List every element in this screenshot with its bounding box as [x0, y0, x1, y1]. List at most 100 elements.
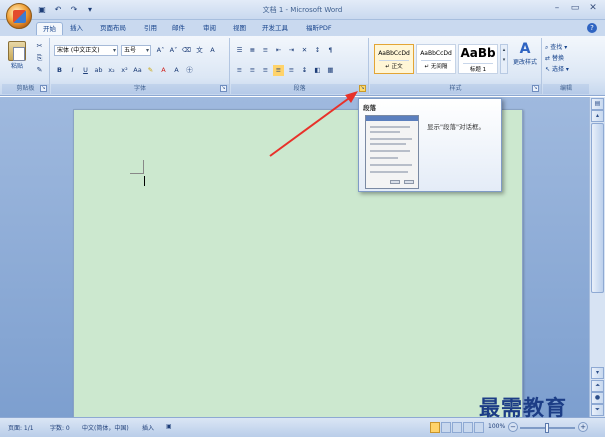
full-screen-view-icon[interactable] [441, 422, 451, 433]
show-marks-icon[interactable]: ¶ [325, 45, 336, 56]
close-button[interactable]: ✕ [587, 3, 599, 13]
sort-icon[interactable]: ↕ [312, 45, 323, 56]
help-icon[interactable]: ? [587, 23, 597, 33]
scroll-up-button[interactable]: ▴ [591, 110, 604, 122]
find-button[interactable]: ⌕ 查找 ▾ [545, 42, 567, 52]
bullets-icon[interactable]: ☰ [234, 45, 245, 56]
tab-insert[interactable]: 插入 [70, 22, 83, 35]
font-name-combo[interactable]: 宋体 (中文正文) [54, 45, 118, 56]
strikethrough-icon[interactable]: ab [93, 65, 104, 76]
replace-button[interactable]: ⇄ 替换 [545, 53, 564, 62]
multilevel-list-icon[interactable]: ≡ [260, 45, 271, 56]
status-words[interactable]: 字数: 0 [50, 423, 70, 432]
maximize-button[interactable]: ▭ [569, 3, 581, 13]
vertical-scrollbar[interactable]: ▤ ▴ ▾ ⏶ ● ⏷ [589, 97, 605, 417]
scroll-down-button[interactable]: ▾ [591, 367, 604, 379]
grow-font-icon[interactable]: A˄ [155, 45, 166, 56]
shrink-font-icon[interactable]: A˅ [168, 45, 179, 56]
align-left-icon[interactable]: ≡ [234, 65, 245, 76]
font-launcher-icon[interactable]: ↘ [220, 85, 227, 92]
char-shading-icon[interactable]: A [171, 65, 182, 76]
next-page-button[interactable]: ⏷ [591, 404, 604, 416]
office-button[interactable] [6, 3, 32, 29]
tab-review[interactable]: 审阅 [203, 22, 216, 35]
cut-icon[interactable]: ✂ [34, 41, 45, 51]
superscript-icon[interactable]: x² [119, 65, 130, 76]
clipboard-group: 粘贴 ✂ ⎘ ✎ 剪贴板 ↘ [2, 38, 50, 94]
minimize-button[interactable]: – [551, 3, 563, 13]
select-button[interactable]: ↖ 选择 ▾ [545, 64, 569, 73]
font-color-icon[interactable]: A [158, 65, 169, 76]
copy-icon[interactable]: ⎘ [34, 53, 45, 63]
change-styles-label: 更改样式 [512, 59, 537, 66]
style-heading-1[interactable]: AaBb 标题 1 [458, 44, 498, 74]
styles-launcher-icon[interactable]: ↘ [532, 85, 539, 92]
status-insert-mode[interactable]: 插入 [142, 423, 154, 432]
editing-group-label: 编辑 [543, 84, 589, 94]
justify-icon[interactable]: ≡ [273, 65, 284, 76]
underline-icon[interactable]: U [80, 65, 91, 76]
bold-icon[interactable]: B [54, 65, 65, 76]
paragraph-launcher-icon[interactable]: ↘ [359, 85, 366, 92]
distribute-icon[interactable]: ≡ [286, 65, 297, 76]
clear-format-icon[interactable]: ⌫ [181, 45, 192, 56]
styles-scroll[interactable]: ▴ ▾ [500, 44, 508, 74]
margin-corner-mark [130, 160, 144, 174]
char-border-icon[interactable]: A [207, 45, 218, 56]
browse-object-button[interactable]: ● [591, 392, 604, 404]
tab-view[interactable]: 视图 [233, 22, 246, 35]
align-center-icon[interactable]: ≡ [247, 65, 258, 76]
scroll-thumb[interactable] [591, 123, 604, 293]
paragraph-dialog-preview [365, 115, 419, 189]
print-layout-view-icon[interactable] [430, 422, 440, 433]
numbering-icon[interactable]: ≣ [247, 45, 258, 56]
styles-group: AaBbCcDd ↵ 正文 AaBbCcDd ↵ 无间隔 AaBb 标题 1 ▴… [370, 38, 542, 94]
tab-page-layout[interactable]: 页面布局 [100, 22, 126, 35]
change-styles-icon: A [519, 41, 531, 57]
replace-label: 替换 [551, 55, 564, 62]
tab-home[interactable]: 开始 [36, 22, 63, 35]
style-sample: AaBbCcDd [378, 50, 410, 57]
zoom-level[interactable]: 100% [488, 423, 505, 430]
tab-developer[interactable]: 开发工具 [262, 22, 288, 35]
subscript-icon[interactable]: x₂ [106, 65, 117, 76]
clipboard-launcher-icon[interactable]: ↘ [40, 85, 47, 92]
highlight-icon[interactable]: ✎ [145, 65, 156, 76]
paste-button[interactable]: 粘贴 [6, 41, 28, 70]
status-language[interactable]: 中文(简体，中国) [82, 423, 129, 432]
decrease-indent-icon[interactable]: ⇤ [273, 45, 284, 56]
prev-page-button[interactable]: ⏶ [591, 380, 604, 392]
change-styles-button[interactable]: A 更改样式 [510, 41, 540, 66]
font-size-combo[interactable]: 五号 [121, 45, 151, 56]
web-layout-view-icon[interactable] [452, 422, 462, 433]
format-painter-icon[interactable]: ✎ [34, 65, 45, 75]
tab-mailings[interactable]: 邮件 [172, 22, 185, 35]
increase-indent-icon[interactable]: ⇥ [286, 45, 297, 56]
borders-icon[interactable]: ▦ [325, 65, 336, 76]
paste-icon [8, 41, 26, 61]
font-group-label: 字体 [51, 84, 229, 94]
style-name: 标题 1 [463, 63, 493, 73]
macro-record-icon[interactable]: ▣ [166, 423, 172, 430]
change-case-icon[interactable]: Aa [132, 65, 143, 76]
line-spacing-icon[interactable]: ↨ [299, 65, 310, 76]
tooltip-title: 段落 [363, 104, 376, 112]
zoom-out-icon[interactable]: − [508, 422, 518, 432]
zoom-slider-thumb[interactable] [545, 423, 549, 433]
enclose-char-icon[interactable]: ㊉ [184, 65, 195, 76]
draft-view-icon[interactable] [474, 422, 484, 433]
select-label: 选择 [551, 66, 564, 73]
shading-icon[interactable]: ◧ [312, 65, 323, 76]
style-normal[interactable]: AaBbCcDd ↵ 正文 [374, 44, 414, 74]
align-right-icon[interactable]: ≡ [260, 65, 271, 76]
chinese-layout-icon[interactable]: ✕ [299, 45, 310, 56]
status-page[interactable]: 页面: 1/1 [8, 423, 34, 432]
phonetic-guide-icon[interactable]: 文 [194, 45, 205, 56]
tab-references[interactable]: 引用 [144, 22, 157, 35]
zoom-in-icon[interactable]: + [578, 422, 588, 432]
outline-view-icon[interactable] [463, 422, 473, 433]
style-no-spacing[interactable]: AaBbCcDd ↵ 无间隔 [416, 44, 456, 74]
italic-icon[interactable]: I [67, 65, 78, 76]
ruler-toggle-icon[interactable]: ▤ [591, 98, 604, 110]
tab-foxit-pdf[interactable]: 福昕PDF [306, 22, 332, 35]
